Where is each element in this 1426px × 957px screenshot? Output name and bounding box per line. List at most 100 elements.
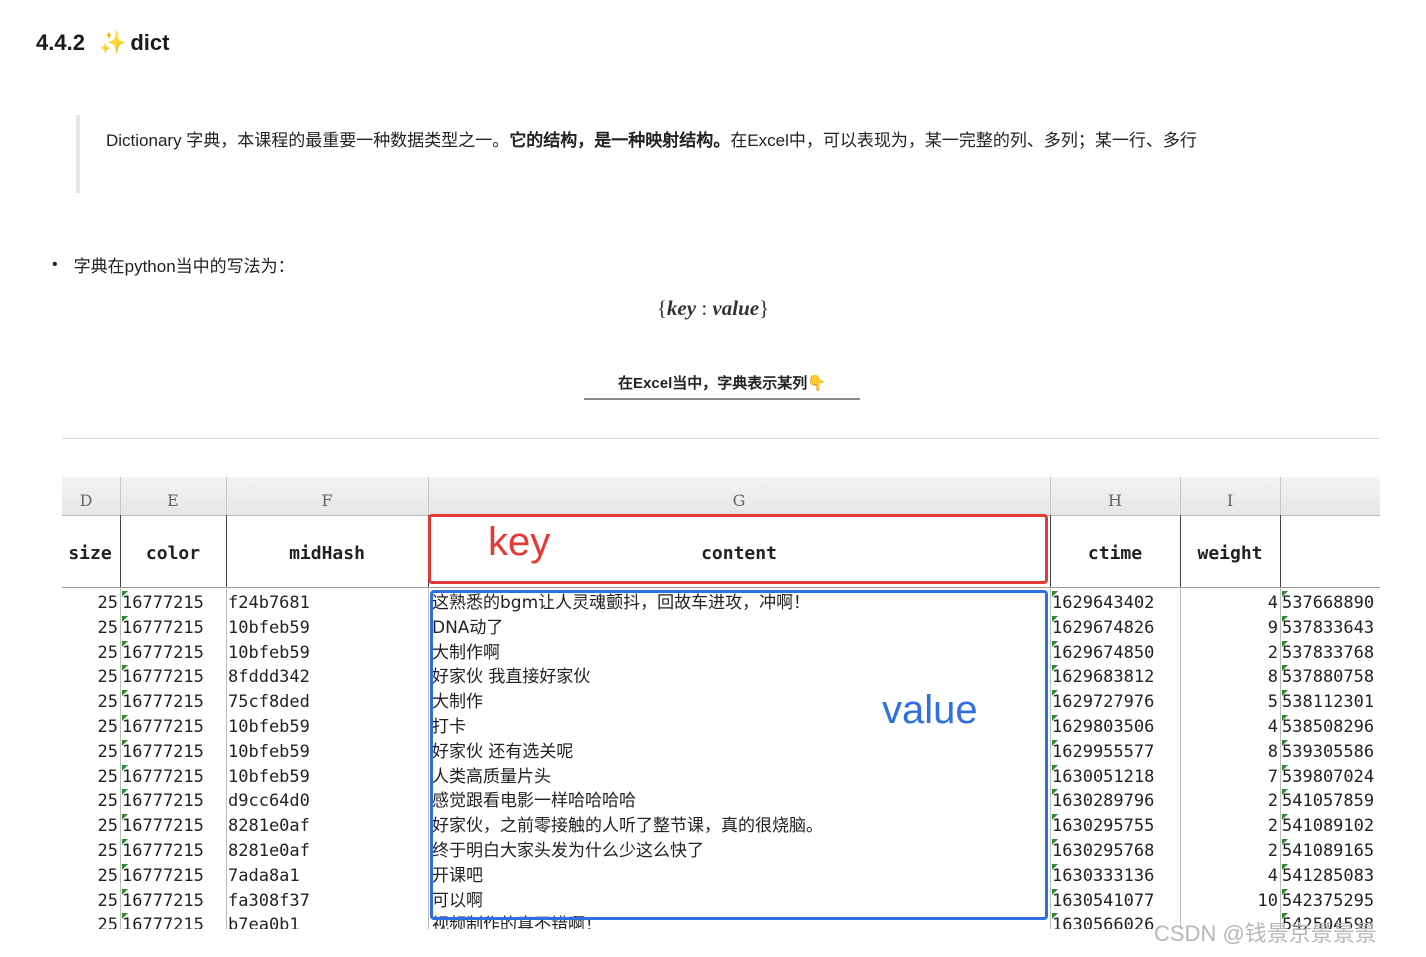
- cell-size: 25: [97, 766, 118, 787]
- section-number: 4.4.2: [36, 30, 85, 55]
- cell-marker-icon: [1052, 591, 1058, 597]
- formula-key: key: [666, 296, 697, 320]
- value-annotation: value: [882, 688, 978, 732]
- field-weight: weight: [1180, 515, 1281, 587]
- cell-midhash: 10bfeb59: [228, 766, 310, 787]
- formula-close-brace: }: [759, 296, 770, 320]
- cell-midhash: 10bfeb59: [228, 741, 310, 762]
- column-letter-g: G: [428, 477, 1051, 515]
- cell-midhash: b7ea0b1: [228, 915, 300, 929]
- cell-ctime: 1629955577: [1052, 741, 1155, 762]
- cell-marker-icon: [1052, 814, 1058, 821]
- cell-marker-icon: [122, 913, 128, 920]
- cell-weight: 4: [1267, 865, 1278, 886]
- cell-color: 16777215: [122, 840, 204, 861]
- bullet-dot-icon: •: [52, 255, 58, 273]
- cell-color: 16777215: [122, 766, 204, 787]
- watermark: CSDN @钱景京景景景: [1154, 921, 1377, 946]
- cell-marker-icon: [1052, 690, 1058, 697]
- section-title: dict: [130, 30, 170, 55]
- cell-ctime: 1629727976: [1052, 692, 1155, 713]
- cell-size: 25: [97, 791, 118, 812]
- cell-ctime: 1629643402: [1052, 593, 1155, 613]
- cell-marker-icon: [122, 665, 128, 672]
- cell-size: 25: [97, 716, 118, 737]
- cell-marker-icon: [122, 814, 128, 821]
- cell-midhash: 10bfeb59: [228, 617, 310, 638]
- cell-midhash: 8281e0af: [228, 816, 310, 837]
- cell-marker-icon: [1052, 739, 1058, 746]
- bullet-item: • 字典在python当中的写法为：: [52, 252, 295, 277]
- key-annotation: key: [488, 520, 551, 564]
- cell-marker-icon: [122, 789, 128, 796]
- cell-i: 541089165: [1282, 840, 1375, 861]
- cell-midhash: 7ada8a1: [228, 865, 300, 886]
- cell-size: 25: [97, 593, 118, 613]
- cell-weight: 2: [1267, 642, 1278, 663]
- cell-ctime: 1630289796: [1052, 791, 1155, 812]
- cell-marker-icon: [1282, 838, 1288, 845]
- cell-marker-icon: [1282, 863, 1288, 870]
- cell-marker-icon: [1282, 665, 1288, 672]
- cell-marker-icon: [1052, 640, 1058, 647]
- cell-ctime: 1629674826: [1052, 617, 1155, 638]
- column-letter-d: D: [62, 477, 121, 515]
- cell-size: 25: [97, 890, 118, 911]
- cell-ctime: 1629674850: [1052, 642, 1155, 663]
- cell-size: 25: [97, 692, 118, 713]
- cell-weight: 4: [1267, 716, 1278, 737]
- caption-underline: [584, 398, 860, 400]
- cell-marker-icon: [1052, 913, 1058, 920]
- bullet-text: 字典在python当中的写法为：: [73, 257, 295, 276]
- cell-i: 537833643: [1282, 617, 1375, 638]
- cell-midhash: 10bfeb59: [228, 642, 310, 663]
- cell-marker-icon: [1282, 739, 1288, 746]
- cell-i: 539807024: [1282, 766, 1375, 787]
- cell-midhash: 8fddd342: [228, 667, 310, 688]
- cell-weight: 8: [1267, 667, 1278, 688]
- cell-marker-icon: [1052, 888, 1058, 895]
- cell-color: 16777215: [122, 716, 204, 737]
- cell-marker-icon: [122, 888, 128, 895]
- cell-color: 16777215: [122, 692, 204, 713]
- cell-size: 25: [97, 865, 118, 886]
- cell-color: 16777215: [122, 915, 204, 929]
- cell-size: 25: [97, 840, 118, 861]
- cell-marker-icon: [122, 764, 128, 771]
- cell-ctime: 1629683812: [1052, 667, 1155, 688]
- field-i: i: [1280, 515, 1380, 587]
- cell-weight: 8: [1267, 741, 1278, 762]
- cell-ctime: 1629803506: [1052, 716, 1155, 737]
- cell-weight: 10: [1257, 890, 1278, 911]
- cell-color: 16777215: [122, 791, 204, 812]
- cell-marker-icon: [1052, 863, 1058, 870]
- field-ctime: ctime: [1050, 515, 1181, 587]
- cell-marker-icon: [1052, 665, 1058, 672]
- cell-size: 25: [97, 915, 118, 929]
- cell-marker-icon: [1282, 690, 1288, 697]
- cell-color: 16777215: [122, 865, 204, 886]
- cell-midhash: 8281e0af: [228, 840, 310, 861]
- cell-marker-icon: [1052, 789, 1058, 796]
- cell-midhash: 10bfeb59: [228, 716, 310, 737]
- cell-marker-icon: [122, 739, 128, 746]
- cell-marker-icon: [1282, 640, 1288, 647]
- image-caption: 在Excel当中，字典表示某列👇: [618, 375, 826, 392]
- cell-marker-icon: [122, 838, 128, 845]
- cell-i: 541089102: [1282, 816, 1375, 837]
- cell-marker-icon: [122, 591, 128, 597]
- cell-marker-icon: [1282, 714, 1288, 721]
- section-heading: 4.4.2 ✨ dict: [36, 30, 169, 56]
- cell-weight: 5: [1267, 692, 1278, 713]
- quote-text: Dictionary 字典，本课程的最重要一种数据类型之一。它的结构，是一种映射…: [106, 127, 1346, 154]
- cell-marker-icon: [1052, 764, 1058, 771]
- dict-formula: {key : value}: [0, 296, 1426, 321]
- column-letter-h: H: [1050, 477, 1181, 515]
- cell-marker-icon: [1052, 838, 1058, 845]
- cell-marker-icon: [122, 714, 128, 721]
- cell-i: 538508296: [1282, 716, 1375, 737]
- cell-color: 16777215: [122, 890, 204, 911]
- quote-bold: 它的结构，是一种映射结构。: [509, 131, 731, 150]
- cell-ctime: 1630295755: [1052, 816, 1155, 837]
- column-letter-i: I: [1180, 477, 1281, 515]
